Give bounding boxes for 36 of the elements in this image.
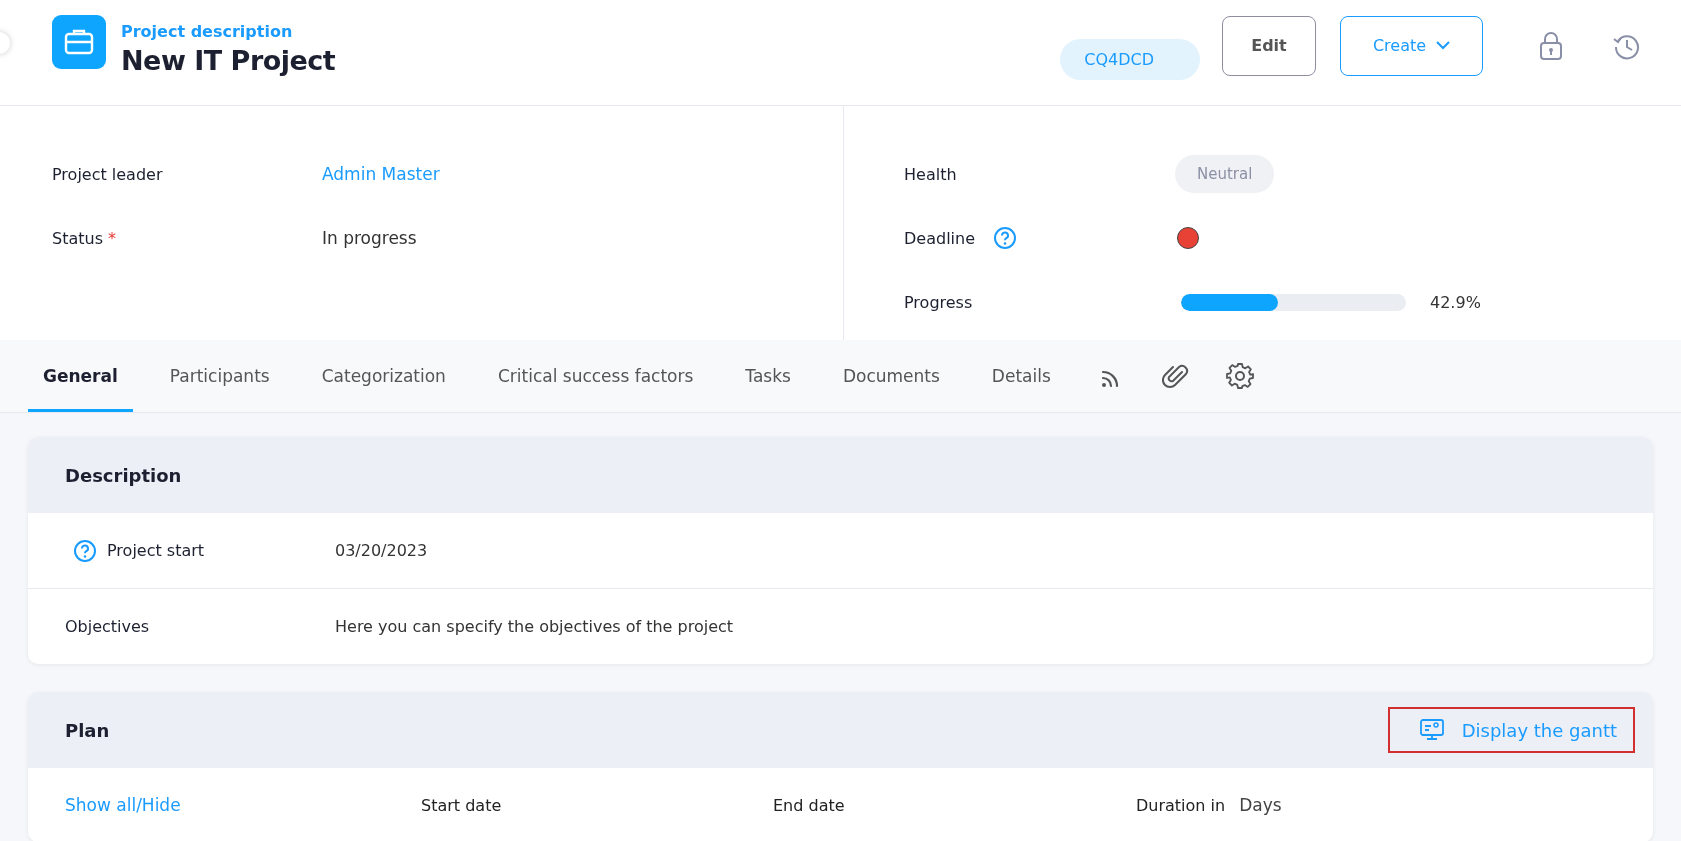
- duration-unit: Days: [1239, 795, 1282, 815]
- edit-button[interactable]: Edit: [1222, 15, 1316, 76]
- column-header: End date: [773, 795, 846, 815]
- progress-value: 42.9%: [1430, 292, 1481, 312]
- help-icon[interactable]: [73, 538, 97, 563]
- column-header: Duration in: [1136, 795, 1226, 815]
- field-label: Deadline: [904, 228, 975, 248]
- tab[interactable]: Categorization: [306, 340, 461, 412]
- monitor-icon: [1419, 719, 1444, 741]
- chevron-down-icon: [1436, 41, 1451, 50]
- field-label: Project start: [107, 541, 205, 560]
- section-title: Description: [65, 464, 182, 486]
- tab[interactable]: Participants: [154, 340, 285, 412]
- help-icon[interactable]: [993, 226, 1017, 250]
- project-code: CQ4DCD: [1060, 39, 1200, 80]
- lock-icon[interactable]: [1539, 30, 1563, 61]
- briefcase-icon: [52, 14, 106, 69]
- field-value: 03/20/2023: [335, 541, 428, 560]
- field-label: Progress: [904, 292, 973, 312]
- project-title: New IT Project: [121, 44, 336, 76]
- page-subtitle: Project description: [121, 21, 294, 41]
- settings-icon[interactable]: [1225, 362, 1254, 390]
- field-label: Health: [904, 164, 957, 184]
- field-label: Project leader: [52, 164, 164, 184]
- field-label: Status *: [52, 228, 118, 248]
- tab[interactable]: General: [28, 340, 133, 412]
- column-header: Start date: [421, 795, 503, 815]
- health-badge: Neutral: [1175, 155, 1275, 193]
- tab[interactable]: Tasks: [730, 340, 806, 412]
- section-title: Plan: [65, 719, 110, 741]
- tab[interactable]: Critical success factors: [482, 340, 709, 412]
- field-value: Here you can specify the objectives of the project: [335, 617, 734, 636]
- tab[interactable]: Details: [976, 340, 1066, 412]
- field-label: Objectives: [65, 617, 150, 636]
- field-value: In progress: [322, 228, 417, 248]
- tab[interactable]: Documents: [827, 340, 955, 412]
